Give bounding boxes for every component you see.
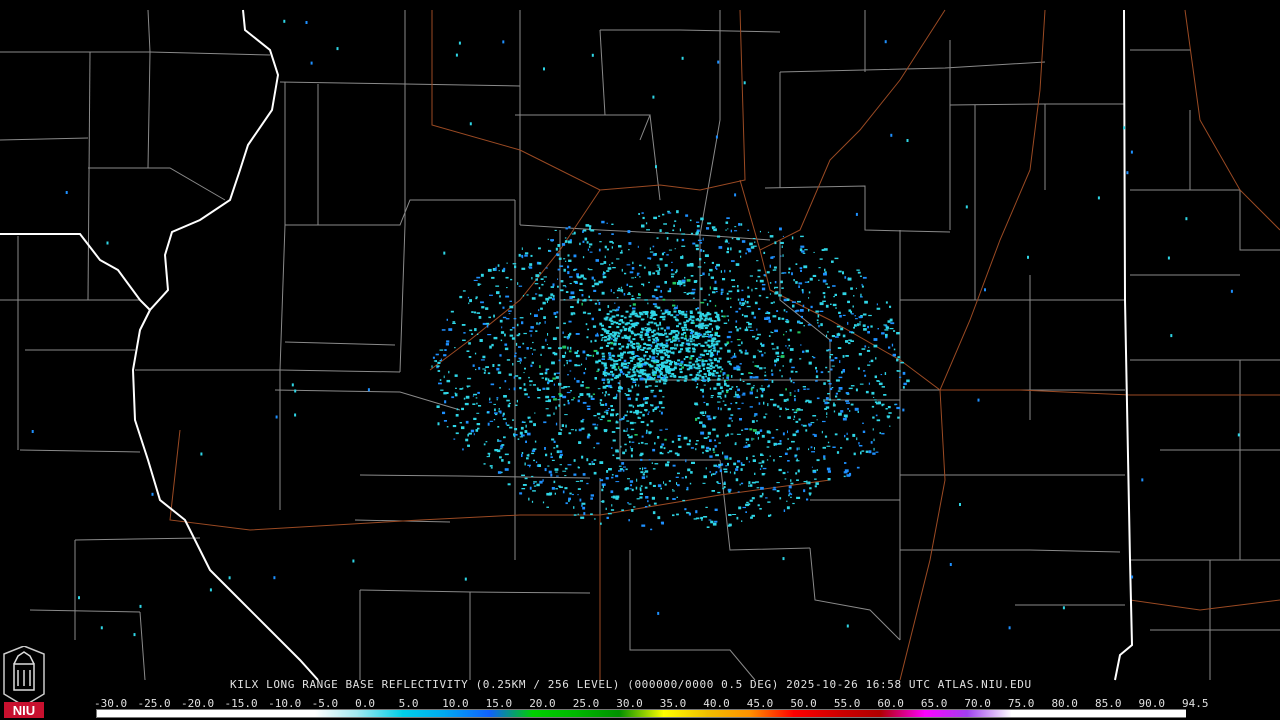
- legend-swatch: [227, 710, 273, 717]
- legend-swatch: [488, 710, 534, 717]
- niu-logo: NIU: [3, 646, 45, 718]
- legend-swatch: [314, 710, 360, 717]
- radar-map: [0, 9, 1280, 681]
- legend-swatch: [184, 710, 229, 717]
- legend-swatch: [358, 710, 403, 717]
- radar-echoes: [31, 19, 1240, 637]
- legend-swatch: [97, 710, 142, 717]
- legend-swatch: [967, 710, 1012, 717]
- legend-labels: -30.0 -25.0 -20.0 -15.0 -10.0 -5.0 0.0 5.0 10.0 1…: [94, 697, 1209, 710]
- legend-swatch: [401, 710, 447, 717]
- legend-swatch: [1097, 710, 1143, 717]
- legend-swatch: [271, 710, 316, 717]
- legend-swatch: [619, 710, 664, 717]
- legend-swatch: [706, 710, 751, 717]
- legend-swatch: [1010, 710, 1056, 717]
- legend-swatch: [923, 710, 969, 717]
- legend-swatch: [836, 710, 882, 717]
- legend-swatch: [793, 710, 838, 717]
- legend-swatch: [662, 710, 708, 717]
- logo-text: NIU: [13, 703, 35, 718]
- legend-swatch: [140, 710, 186, 717]
- legend-swatch: [880, 710, 925, 717]
- legend-swatch: [445, 710, 490, 717]
- legend-swatch: [1054, 710, 1099, 717]
- legend-swatch: [532, 710, 577, 717]
- legend-color-bar: [96, 709, 1186, 718]
- state-boundaries: [0, 9, 1134, 681]
- legend-swatch: [1141, 710, 1186, 717]
- legend-swatch: [575, 710, 621, 717]
- product-title: KILX LONG RANGE BASE REFLECTIVITY (0.25K…: [230, 678, 1032, 691]
- legend-swatch: [749, 710, 795, 717]
